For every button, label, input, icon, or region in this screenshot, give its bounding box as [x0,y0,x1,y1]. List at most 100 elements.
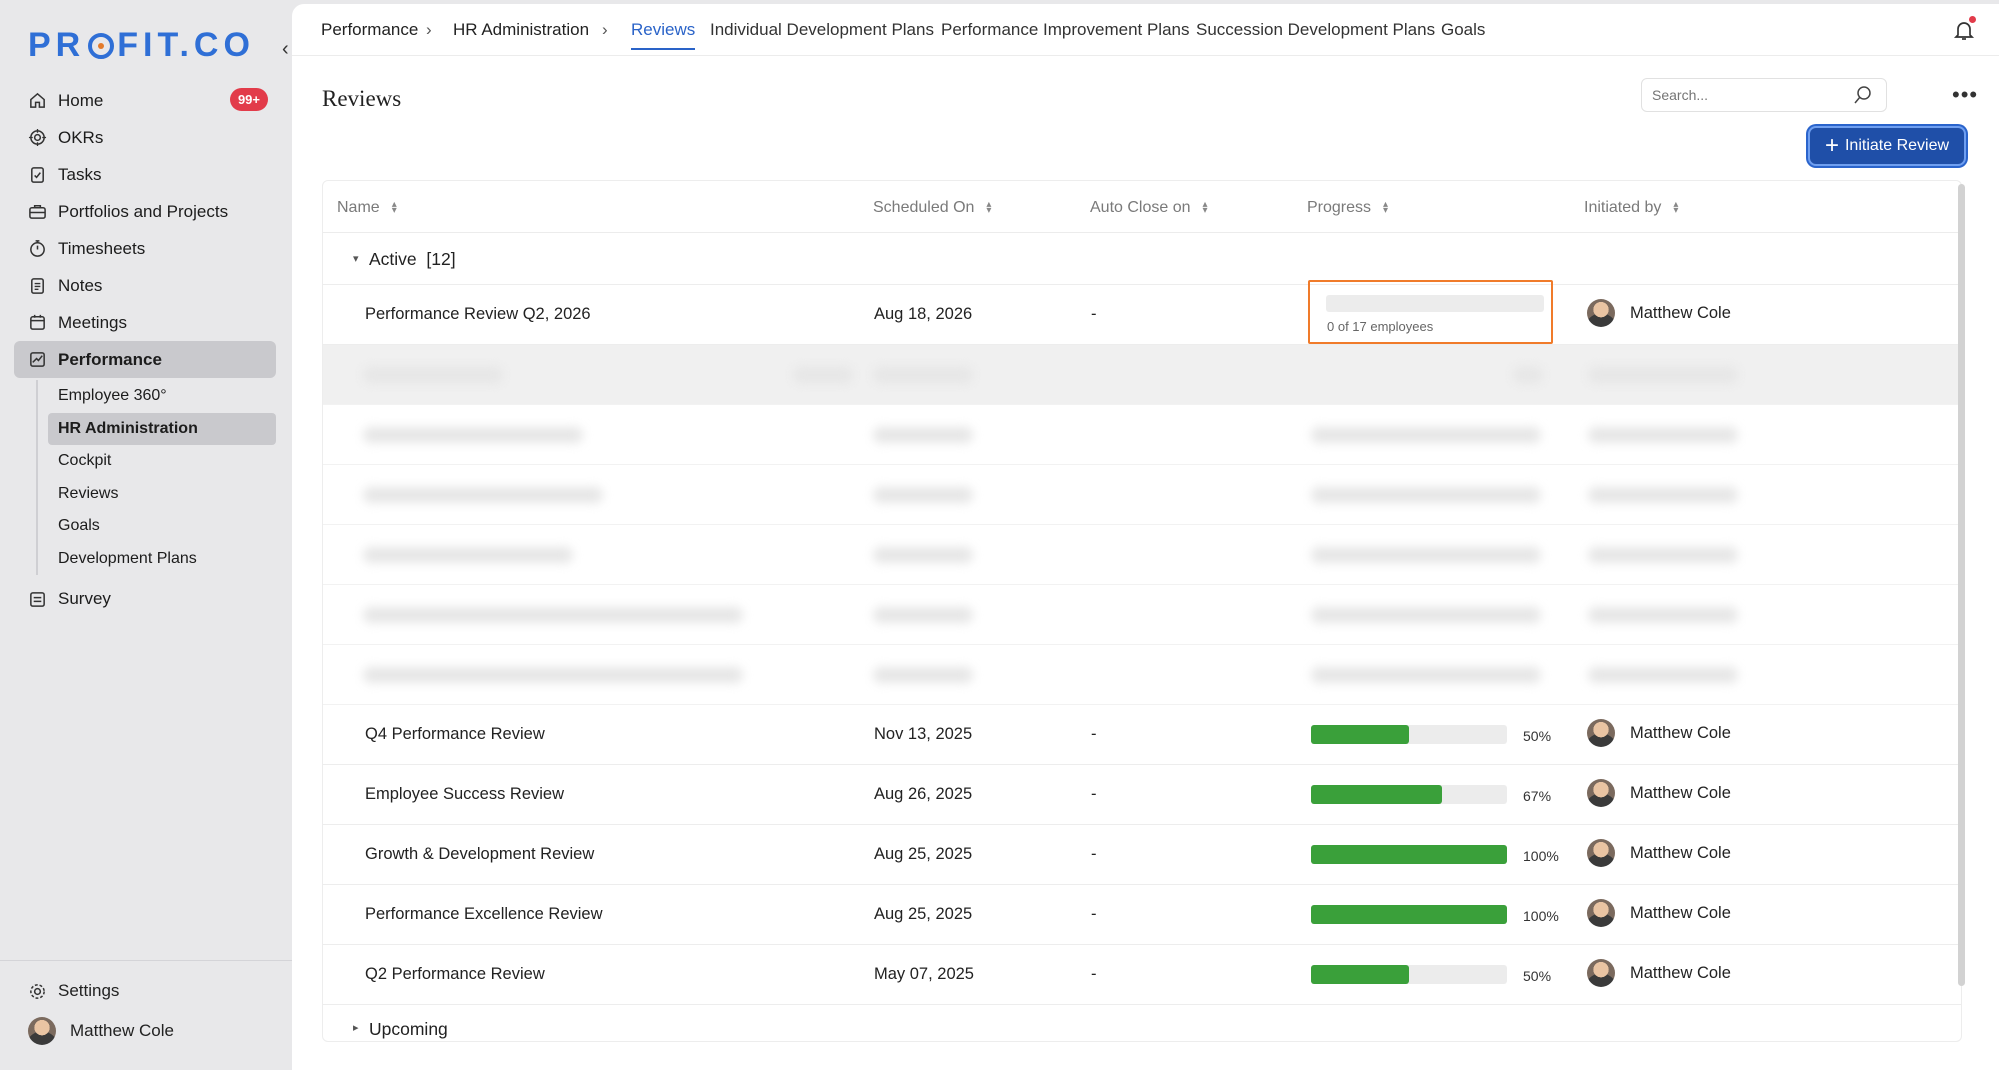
progress-percent: 100% [1523,908,1559,924]
auto-close-date: - [1091,965,1097,983]
notes-icon [31,278,44,294]
profit-logo[interactable]: PR FIT.CO [28,26,255,65]
collapse-sidebar-icon[interactable]: ‹ [282,38,289,61]
table-row[interactable]: Employee Success Review Aug 26, 2025 - 6… [323,765,1961,825]
search-icon[interactable] [1852,84,1874,106]
group-upcoming[interactable]: ▸ Upcoming [323,1005,1961,1041]
avatar [1587,299,1615,327]
tab-succession-development-plans[interactable]: Succession Development Plans [1196,20,1435,40]
sidebar-subitem-reviews[interactable]: Reviews [48,478,276,510]
sidebar-subitem-development-plans[interactable]: Development Plans [48,543,276,575]
tab-reviews[interactable]: Reviews [631,20,696,50]
scheduled-date: Aug 26, 2025 [874,785,973,803]
review-name[interactable]: Performance Review Q2, 2026 [365,305,591,324]
table-scrollbar[interactable] [1958,184,1965,986]
progress-fill [1311,965,1409,984]
initiator: Matthew Cole [1587,719,1731,747]
blurred-row [323,405,1961,465]
sidebar-subitem-employee-360[interactable]: Employee 360° [48,380,276,412]
table-row[interactable]: Q2 Performance Review May 07, 2025 - 50%… [323,945,1961,1005]
review-name[interactable]: Employee Success Review [365,785,564,804]
group-active[interactable]: ▾ Active [12] [323,233,1961,285]
sidebar: PR FIT.CO ‹ Home 99+ OKRs Tasks Portfolio… [0,0,292,1070]
initiator-name: Matthew Cole [1630,723,1731,742]
column-header-progress[interactable]: Progress ▴ ▾ [1307,199,1388,217]
review-name[interactable]: Growth & Development Review [365,845,594,864]
sidebar-item-label: Tasks [58,164,102,184]
initiator: Matthew Cole [1587,839,1731,867]
review-name[interactable]: Performance Excellence Review [365,905,603,924]
chevron-down-icon[interactable]: ▾ [353,252,359,265]
sidebar-item-okrs[interactable]: OKRs [14,119,276,156]
initiate-review-button[interactable]: + Initiate Review [1808,126,1966,166]
blurred-row [323,345,1961,405]
progress-bar [1311,905,1507,924]
initiator-name: Matthew Cole [1630,903,1731,922]
sidebar-subitem-cockpit[interactable]: Cockpit [48,445,276,477]
more-options-icon[interactable]: ••• [1952,82,1978,108]
sidebar-item-timesheets[interactable]: Timesheets [14,230,276,267]
scheduled-date: Aug 25, 2025 [874,845,973,863]
logo-text-right: FIT.CO [117,26,255,64]
column-header-name[interactable]: Name ▴ ▾ [337,199,397,217]
sidebar-user-profile[interactable]: Matthew Cole [0,1011,292,1051]
scheduled-date: Aug 18, 2026 [874,305,973,323]
search-input[interactable] [1641,78,1887,112]
blurred-row [323,525,1961,585]
sidebar-item-home[interactable]: Home 99+ [14,82,276,119]
sidebar-item-label: Meetings [58,312,127,332]
table-row[interactable]: Growth & Development Review Aug 25, 2025… [323,825,1961,885]
stopwatch-icon [30,240,45,257]
progress-bar [1311,965,1507,984]
sidebar-nav: Home 99+ OKRs Tasks Portfolios and Proje… [14,82,276,618]
tab-performance-improvement-plans[interactable]: Performance Improvement Plans [941,20,1190,40]
progress-fill [1311,905,1507,924]
sidebar-subitem-hr-administration[interactable]: HR Administration [48,412,276,445]
sort-icon[interactable]: ▴ ▾ [1673,200,1678,216]
table-header: Name ▴ ▾ Scheduled On ▴ ▾ Auto Close on ▴ ▾ Pr… [323,181,1961,233]
avatar [1587,959,1615,987]
sidebar-item-performance[interactable]: Performance [14,341,276,378]
main-content: Performance › HR Administration › Review… [292,4,1999,1070]
survey-icon [30,591,45,607]
table-row[interactable]: Q4 Performance Review Nov 13, 2025 - 50%… [323,705,1961,765]
sort-icon[interactable]: ▴ ▾ [986,200,991,216]
chevron-right-icon[interactable]: ▸ [353,1021,359,1034]
sidebar-item-portfolios[interactable]: Portfolios and Projects [14,193,276,230]
plus-icon: + [1824,132,1839,159]
chart-line-icon [30,352,45,367]
clipboard-check-icon [31,167,44,183]
sidebar-item-tasks[interactable]: Tasks [14,156,276,193]
column-header-label: Auto Close on [1090,199,1191,216]
sidebar-item-survey[interactable]: Survey [14,581,276,618]
sort-icon[interactable]: ▴ ▾ [1203,200,1208,216]
sidebar-item-meetings[interactable]: Meetings [14,304,276,341]
sidebar-item-settings[interactable]: Settings [0,971,292,1011]
blurred-row [323,645,1961,705]
logo-text-left: PR [28,26,86,64]
column-header-label: Name [337,199,380,216]
sidebar-item-label: Settings [58,981,120,1000]
initiator-name: Matthew Cole [1630,963,1731,982]
sort-icon[interactable]: ▴ ▾ [1383,200,1388,216]
column-header-label: Scheduled On [873,199,975,216]
sidebar-footer: Settings Matthew Cole [0,960,292,1051]
sidebar-subitem-goals[interactable]: Goals [48,510,276,542]
breadcrumb-separator-icon: › [426,20,432,39]
review-name[interactable]: Q4 Performance Review [365,725,545,744]
table-row[interactable]: Performance Review Q2, 2026 Aug 18, 2026… [323,285,1961,345]
tab-goals[interactable]: Goals [1441,20,1485,40]
breadcrumb-performance[interactable]: Performance [321,20,418,40]
column-header-scheduled-on[interactable]: Scheduled On ▴ ▾ [873,199,991,217]
review-name[interactable]: Q2 Performance Review [365,965,545,984]
column-header-auto-close-on[interactable]: Auto Close on ▴ ▾ [1090,199,1208,217]
breadcrumb-hr-administration[interactable]: HR Administration [453,20,589,40]
column-header-initiated-by[interactable]: Initiated by ▴ ▾ [1584,199,1678,217]
sidebar-item-label: Home [58,90,104,110]
table-row[interactable]: Performance Excellence Review Aug 25, 20… [323,885,1961,945]
blurred-row [323,585,1961,645]
sidebar-item-notes[interactable]: Notes [14,267,276,304]
tab-individual-development-plans[interactable]: Individual Development Plans [710,20,934,40]
gear-icon [30,983,45,999]
sort-icon[interactable]: ▴ ▾ [392,200,397,216]
